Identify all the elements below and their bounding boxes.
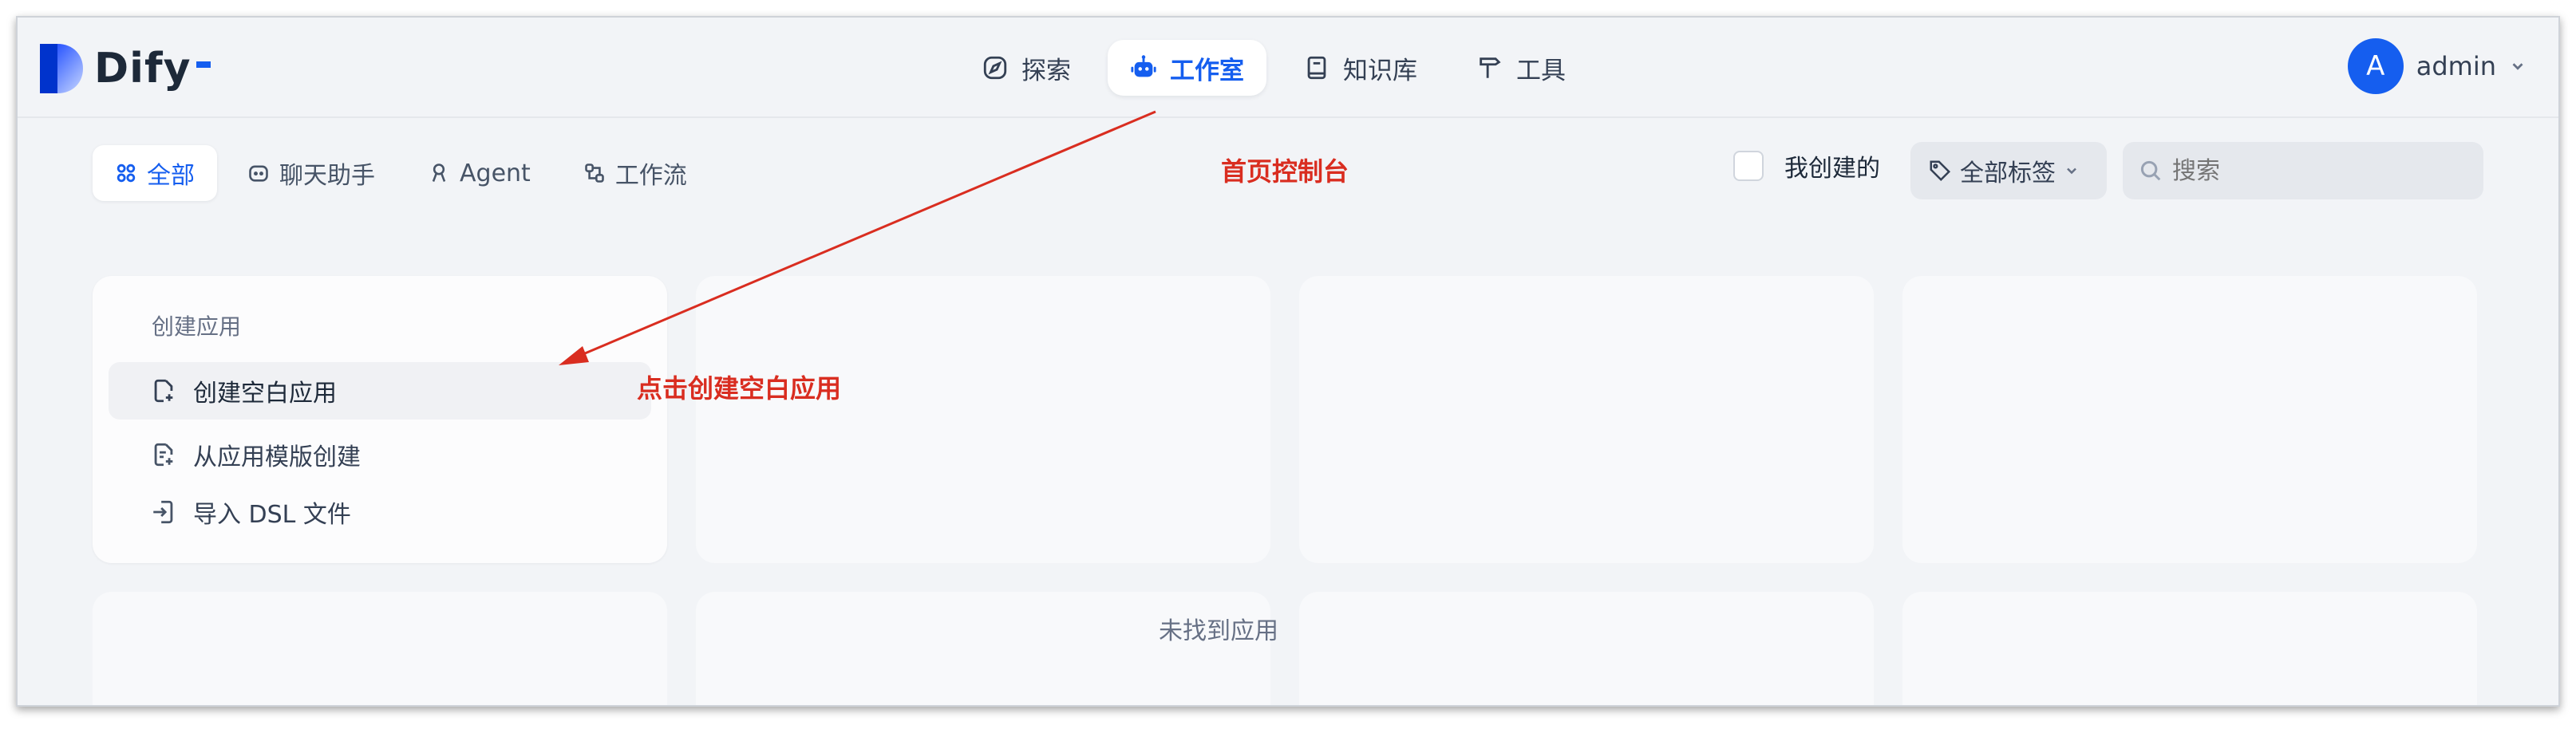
app-window: Dify 探索 工作室 知识库 工具 A admin 全部 聊天助手 Agent…	[16, 16, 2560, 707]
annotation-arrow	[559, 110, 1156, 365]
